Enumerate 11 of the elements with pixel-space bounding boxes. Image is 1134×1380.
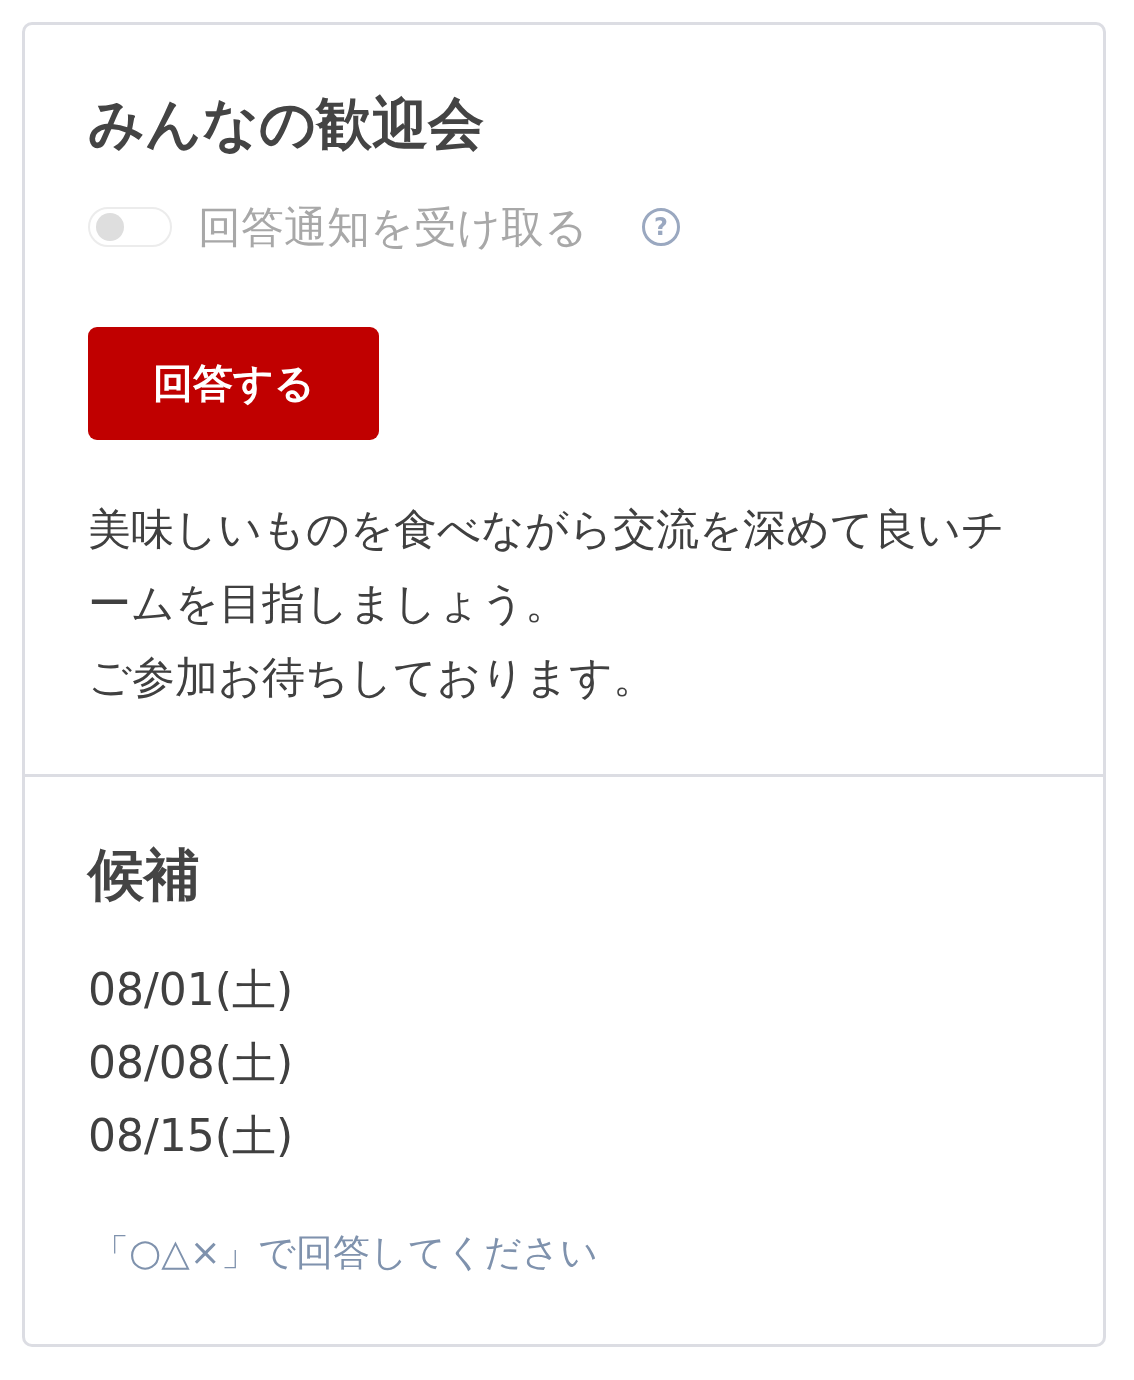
notification-label: 回答通知を受け取る [198, 201, 588, 254]
candidate-date: 08/08(土) [88, 1036, 295, 1090]
candidate-date: 08/15(土) [88, 1109, 295, 1163]
candidate-date: 08/01(土) [88, 963, 295, 1017]
answer-button[interactable]: 回答する [88, 327, 379, 440]
answer-hint: 「○△×」で回答してください [92, 1230, 599, 1276]
event-title: みんなの歓迎会 [88, 90, 485, 158]
description-text: ご参加お待ちしております。 [88, 651, 657, 704]
candidates-heading: 候補 [88, 841, 201, 909]
notification-toggle[interactable] [88, 207, 172, 247]
description-text: 美味しいものを食べながら交流を深めて良いチームを目指しましょう。 [88, 503, 1006, 630]
